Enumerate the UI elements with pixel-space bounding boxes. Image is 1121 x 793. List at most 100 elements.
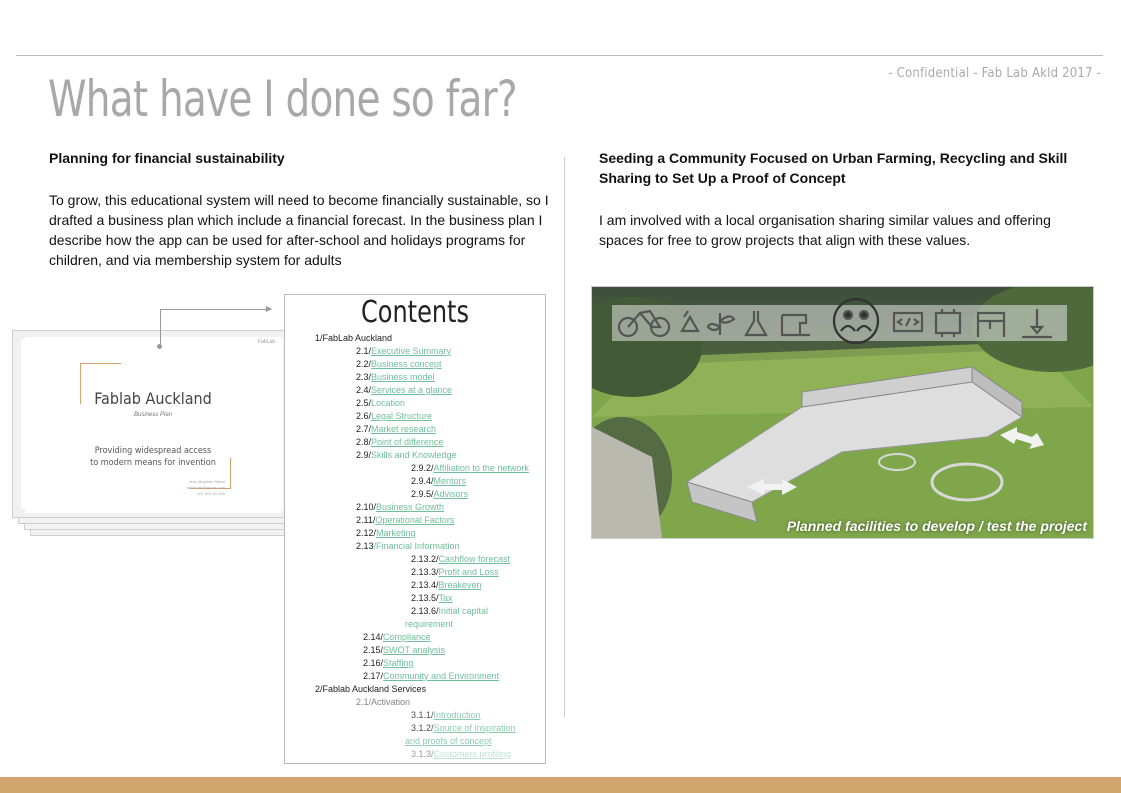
facilities-illustration [592,287,1093,538]
contents-item-number: 2.9/ [356,450,372,460]
contents-item: 2.9/Skills and Knowledge [285,449,545,462]
contents-item: 2.3/Business model [285,371,545,384]
contents-item: 2.1/Activation [285,696,545,709]
contents-item-number: 2.13.6/ [411,606,439,616]
contents-item-label[interactable]: Tax [439,593,453,603]
contents-item: 2.13.5/Tax [285,592,545,605]
left-paragraph: To grow, this educational system will ne… [49,192,549,268]
contents-item-label: Skills and Knowledge [371,450,457,460]
contents-item-number: 2.3/ [356,372,372,382]
contents-item-label[interactable]: Breakeven [439,580,482,590]
contents-item-number: 3.1.3/ [411,749,434,759]
contents-item: 3.1.2/Source of inspiration [285,722,545,735]
contents-item-label: Initial capital [438,606,489,616]
contents-item: 2.5/Location [285,397,545,410]
contents-item-number: 2.1/Activation [356,697,411,707]
contents-item-label[interactable]: Marketing [376,528,416,538]
contents-item-number: 2.13.3/ [411,567,439,577]
contents-item: 2.10/Business Growth [285,501,545,514]
contents-item: 3.1.3/Customers profiling [285,748,545,761]
contents-item-label[interactable]: Cashflow forecast [439,554,511,564]
contents-item-label[interactable]: Affiliation to the network [434,463,529,473]
contents-item: 2.13.3/Profit and Loss [285,566,545,579]
contents-item-label[interactable]: Compliance [383,632,431,642]
contents-item-number: 2.16/ [363,658,384,668]
contents-item-label[interactable]: Point of difference [371,437,443,447]
contents-page: Contents 1/FabLab Auckland 2.1/Executive … [284,294,546,764]
contents-item-label[interactable]: Legal Structure [371,411,432,421]
contents-item-number: 2.15/ [363,645,384,655]
contents-item-label[interactable]: and proofs of concept [405,736,492,746]
contents-item-label[interactable]: Market research [371,424,436,434]
column-divider [564,157,565,717]
contents-item-number: 2.13.2/ [411,554,439,564]
contents-item-number: 2.9.4/ [411,476,434,486]
contents-item: 2.8/Point of difference [285,436,545,449]
contents-item: 2.4/Services at a glance [285,384,545,397]
contents-item: 2.13/Financial Information [285,540,545,553]
page-title: What have I done so far? [48,70,518,128]
contents-item: 2.9.2/Affiliation to the network [285,462,545,475]
contents-item: 2.14/Compliance [285,631,545,644]
contents-item-number: 2.12/ [356,528,377,538]
contents-item-label[interactable]: Services at a glance [371,385,452,395]
contents-item: 2.16/Staffing [285,657,545,670]
connector-arrow-icon [266,306,272,312]
contents-item: 3.1.1/Introduction [285,709,545,722]
contents-item-number: 2.10/ [356,502,377,512]
contents-item-label[interactable]: Executive Summary [371,346,451,356]
contents-item-label[interactable]: Business Growth [376,502,444,512]
contents-item-number: 2.9.5/ [411,489,434,499]
contents-item-label[interactable]: Source of inspiration [434,723,516,733]
footer-bar [0,777,1121,793]
contents-item-number: 3.1.1/ [411,710,434,720]
contents-item: 2.7/Market research [285,423,545,436]
right-heading: Seeding a Community Focused on Urban Far… [599,150,1068,186]
contents-item-number: 2.9.2/ [411,463,434,473]
left-heading: Planning for financial sustainability [49,150,285,166]
contents-item: requirement [285,618,545,631]
contents-item-number: 2.7/ [356,424,372,434]
contents-item-number: 2.17/ [363,671,384,681]
contents-item-number: 2.14/ [363,632,384,642]
cover-tagline: Providing widespread access to modern me… [25,445,281,469]
contents-item-label[interactable]: Business model [371,372,435,382]
contents-item: 2.9.4/Mentors [285,475,545,488]
contents-item-number: 2.5/ [356,398,372,408]
cover-page: FabLab Fablab Auckland Business Plan Pro… [25,337,281,513]
contents-item: 2.6/Legal Structure [285,410,545,423]
contents-item-number: 2.13.5/ [411,593,439,603]
contents-item-label[interactable]: Mentors [434,476,467,486]
contents-item: 2.2/Business concept [285,358,545,371]
contents-item-label[interactable]: Operational Factors [375,515,454,525]
contents-item-number: 2.13.4/ [411,580,439,590]
contents-item-label[interactable]: Introduction [434,710,481,720]
contents-item-label[interactable]: Advisors [434,489,469,499]
contents-item-label: requirement [405,619,454,629]
contents-item-label[interactable]: Customers profiling [434,749,512,759]
contents-item: 2.1/Executive Summary [285,345,545,358]
connector-dot [157,344,162,349]
contents-item: 2.11/Operational Factors [285,514,545,527]
contents-item: and proofs of concept [285,735,545,748]
business-plan-cover: FabLab Fablab Auckland Business Plan Pro… [12,330,292,518]
contents-item-label[interactable]: SWOT analysis [383,645,445,655]
contents-item: 2.15/SWOT analysis [285,644,545,657]
contents-item-label[interactable]: Community and Environment [383,671,499,681]
right-column: Seeding a Community Focused on Urban Far… [599,148,1079,250]
cover-tagline-line: to modern means for invention [90,458,216,468]
cover-subtitle: Business Plan [133,412,173,418]
contents-item-number: 3.1.2/ [411,723,434,733]
cover-contact: Jean-Baptiste Rabat fablabakl@gmail.com … [187,479,225,497]
contents-item: 2.13.6/Initial capital [285,605,545,618]
left-column: Planning for financial sustainability To… [49,148,549,270]
contact-phone: 021 000 00 000 [197,491,225,496]
contents-item-label[interactable]: Business concept [371,359,442,369]
contents-item: 2.9.5/Advisors [285,488,545,501]
contents-item-number: 2.6/ [356,411,372,421]
contents-item: 2/Fablab Auckland Services [285,683,545,696]
contents-item-number: 2.1/ [356,346,372,356]
contents-item-label[interactable]: Staffing [383,658,413,668]
contents-item-label[interactable]: Profit and Loss [439,567,499,577]
contents-item-number: 2.8/ [356,437,372,447]
